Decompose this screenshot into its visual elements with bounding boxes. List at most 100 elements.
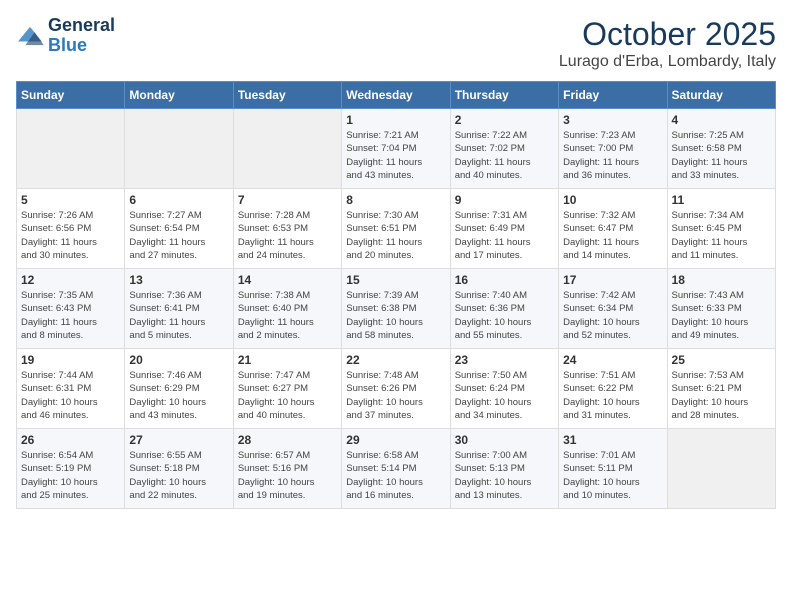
day-number: 26 xyxy=(21,433,120,447)
calendar-cell xyxy=(667,429,775,509)
week-row-1: 1 Sunrise: 7:21 AM Sunset: 7:04 PM Daylig… xyxy=(17,109,776,189)
day-number: 19 xyxy=(21,353,120,367)
day-info: Sunrise: 6:58 AM Sunset: 5:14 PM Dayligh… xyxy=(346,449,445,502)
day-info: Sunrise: 7:36 AM Sunset: 6:41 PM Dayligh… xyxy=(129,289,228,342)
header-monday: Monday xyxy=(125,82,233,109)
calendar-cell xyxy=(125,109,233,189)
calendar-cell: 26 Sunrise: 6:54 AM Sunset: 5:19 PM Dayli… xyxy=(17,429,125,509)
header-saturday: Saturday xyxy=(667,82,775,109)
calendar-cell: 6 Sunrise: 7:27 AM Sunset: 6:54 PM Daylig… xyxy=(125,189,233,269)
day-number: 10 xyxy=(563,193,662,207)
calendar-cell: 31 Sunrise: 7:01 AM Sunset: 5:11 PM Dayli… xyxy=(559,429,667,509)
day-number: 13 xyxy=(129,273,228,287)
day-info: Sunrise: 7:22 AM Sunset: 7:02 PM Dayligh… xyxy=(455,129,554,182)
day-number: 12 xyxy=(21,273,120,287)
header-tuesday: Tuesday xyxy=(233,82,341,109)
calendar-cell: 27 Sunrise: 6:55 AM Sunset: 5:18 PM Dayli… xyxy=(125,429,233,509)
day-info: Sunrise: 7:34 AM Sunset: 6:45 PM Dayligh… xyxy=(672,209,771,262)
week-row-3: 12 Sunrise: 7:35 AM Sunset: 6:43 PM Dayli… xyxy=(17,269,776,349)
calendar-cell: 18 Sunrise: 7:43 AM Sunset: 6:33 PM Dayli… xyxy=(667,269,775,349)
calendar-table: SundayMondayTuesdayWednesdayThursdayFrid… xyxy=(16,81,776,509)
day-info: Sunrise: 7:42 AM Sunset: 6:34 PM Dayligh… xyxy=(563,289,662,342)
day-info: Sunrise: 7:35 AM Sunset: 6:43 PM Dayligh… xyxy=(21,289,120,342)
day-number: 17 xyxy=(563,273,662,287)
day-number: 5 xyxy=(21,193,120,207)
calendar-cell: 21 Sunrise: 7:47 AM Sunset: 6:27 PM Dayli… xyxy=(233,349,341,429)
calendar-cell: 15 Sunrise: 7:39 AM Sunset: 6:38 PM Dayli… xyxy=(342,269,450,349)
calendar-cell: 9 Sunrise: 7:31 AM Sunset: 6:49 PM Daylig… xyxy=(450,189,558,269)
day-number: 21 xyxy=(238,353,337,367)
calendar-header-row: SundayMondayTuesdayWednesdayThursdayFrid… xyxy=(17,82,776,109)
calendar-cell: 24Sunrise: 7:51 AM Sunset: 6:22 PM Dayli… xyxy=(559,349,667,429)
day-info: Sunrise: 7:48 AM Sunset: 6:26 PM Dayligh… xyxy=(346,369,445,422)
calendar-cell: 8 Sunrise: 7:30 AM Sunset: 6:51 PM Daylig… xyxy=(342,189,450,269)
day-info: Sunrise: 7:51 AM Sunset: 6:22 PM Dayligh… xyxy=(563,369,662,422)
day-info: Sunrise: 7:21 AM Sunset: 7:04 PM Dayligh… xyxy=(346,129,445,182)
calendar-cell: 30Sunrise: 7:00 AM Sunset: 5:13 PM Dayli… xyxy=(450,429,558,509)
calendar-cell: 13 Sunrise: 7:36 AM Sunset: 6:41 PM Dayli… xyxy=(125,269,233,349)
day-info: Sunrise: 7:25 AM Sunset: 6:58 PM Dayligh… xyxy=(672,129,771,182)
month-title: October 2025 xyxy=(559,16,776,53)
calendar-cell: 29Sunrise: 6:58 AM Sunset: 5:14 PM Dayli… xyxy=(342,429,450,509)
header: General Blue October 2025 Lurago d'Erba,… xyxy=(16,16,776,71)
day-info: Sunrise: 7:26 AM Sunset: 6:56 PM Dayligh… xyxy=(21,209,120,262)
day-number: 31 xyxy=(563,433,662,447)
calendar-cell: 20Sunrise: 7:46 AM Sunset: 6:29 PM Dayli… xyxy=(125,349,233,429)
day-number: 23 xyxy=(455,353,554,367)
day-number: 8 xyxy=(346,193,445,207)
day-info: Sunrise: 7:01 AM Sunset: 5:11 PM Dayligh… xyxy=(563,449,662,502)
calendar-cell: 2 Sunrise: 7:22 AM Sunset: 7:02 PM Daylig… xyxy=(450,109,558,189)
day-info: Sunrise: 6:54 AM Sunset: 5:19 PM Dayligh… xyxy=(21,449,120,502)
day-number: 27 xyxy=(129,433,228,447)
day-number: 11 xyxy=(672,193,771,207)
calendar-cell: 28Sunrise: 6:57 AM Sunset: 5:16 PM Dayli… xyxy=(233,429,341,509)
calendar-cell xyxy=(17,109,125,189)
day-info: Sunrise: 7:43 AM Sunset: 6:33 PM Dayligh… xyxy=(672,289,771,342)
day-number: 15 xyxy=(346,273,445,287)
header-wednesday: Wednesday xyxy=(342,82,450,109)
calendar-cell: 4Sunrise: 7:25 AM Sunset: 6:58 PM Daylig… xyxy=(667,109,775,189)
day-info: Sunrise: 7:39 AM Sunset: 6:38 PM Dayligh… xyxy=(346,289,445,342)
header-thursday: Thursday xyxy=(450,82,558,109)
day-number: 9 xyxy=(455,193,554,207)
day-number: 25 xyxy=(672,353,771,367)
day-number: 28 xyxy=(238,433,337,447)
logo: General Blue xyxy=(16,16,115,56)
logo-text: General Blue xyxy=(48,16,115,56)
day-info: Sunrise: 7:30 AM Sunset: 6:51 PM Dayligh… xyxy=(346,209,445,262)
day-info: Sunrise: 7:40 AM Sunset: 6:36 PM Dayligh… xyxy=(455,289,554,342)
calendar-cell: 22 Sunrise: 7:48 AM Sunset: 6:26 PM Dayli… xyxy=(342,349,450,429)
day-number: 22 xyxy=(346,353,445,367)
day-number: 7 xyxy=(238,193,337,207)
day-info: Sunrise: 7:46 AM Sunset: 6:29 PM Dayligh… xyxy=(129,369,228,422)
day-info: Sunrise: 6:55 AM Sunset: 5:18 PM Dayligh… xyxy=(129,449,228,502)
calendar-cell: 19Sunrise: 7:44 AM Sunset: 6:31 PM Dayli… xyxy=(17,349,125,429)
day-number: 16 xyxy=(455,273,554,287)
calendar-cell: 1 Sunrise: 7:21 AM Sunset: 7:04 PM Daylig… xyxy=(342,109,450,189)
calendar-cell: 23 Sunrise: 7:50 AM Sunset: 6:24 PM Dayli… xyxy=(450,349,558,429)
day-info: Sunrise: 7:50 AM Sunset: 6:24 PM Dayligh… xyxy=(455,369,554,422)
day-info: Sunrise: 7:53 AM Sunset: 6:21 PM Dayligh… xyxy=(672,369,771,422)
day-info: Sunrise: 7:47 AM Sunset: 6:27 PM Dayligh… xyxy=(238,369,337,422)
day-info: Sunrise: 7:23 AM Sunset: 7:00 PM Dayligh… xyxy=(563,129,662,182)
calendar-cell: 10 Sunrise: 7:32 AM Sunset: 6:47 PM Dayli… xyxy=(559,189,667,269)
week-row-5: 26 Sunrise: 6:54 AM Sunset: 5:19 PM Dayli… xyxy=(17,429,776,509)
week-row-4: 19Sunrise: 7:44 AM Sunset: 6:31 PM Dayli… xyxy=(17,349,776,429)
calendar-cell: 17 Sunrise: 7:42 AM Sunset: 6:34 PM Dayli… xyxy=(559,269,667,349)
day-number: 2 xyxy=(455,113,554,127)
day-info: Sunrise: 7:38 AM Sunset: 6:40 PM Dayligh… xyxy=(238,289,337,342)
header-sunday: Sunday xyxy=(17,82,125,109)
day-number: 3 xyxy=(563,113,662,127)
calendar-cell xyxy=(233,109,341,189)
day-info: Sunrise: 7:31 AM Sunset: 6:49 PM Dayligh… xyxy=(455,209,554,262)
location-title: Lurago d'Erba, Lombardy, Italy xyxy=(559,53,776,71)
day-number: 18 xyxy=(672,273,771,287)
day-info: Sunrise: 7:27 AM Sunset: 6:54 PM Dayligh… xyxy=(129,209,228,262)
day-info: Sunrise: 7:28 AM Sunset: 6:53 PM Dayligh… xyxy=(238,209,337,262)
calendar-cell: 7 Sunrise: 7:28 AM Sunset: 6:53 PM Daylig… xyxy=(233,189,341,269)
day-info: Sunrise: 7:32 AM Sunset: 6:47 PM Dayligh… xyxy=(563,209,662,262)
day-number: 6 xyxy=(129,193,228,207)
day-number: 1 xyxy=(346,113,445,127)
logo-icon xyxy=(16,25,44,47)
day-number: 30 xyxy=(455,433,554,447)
